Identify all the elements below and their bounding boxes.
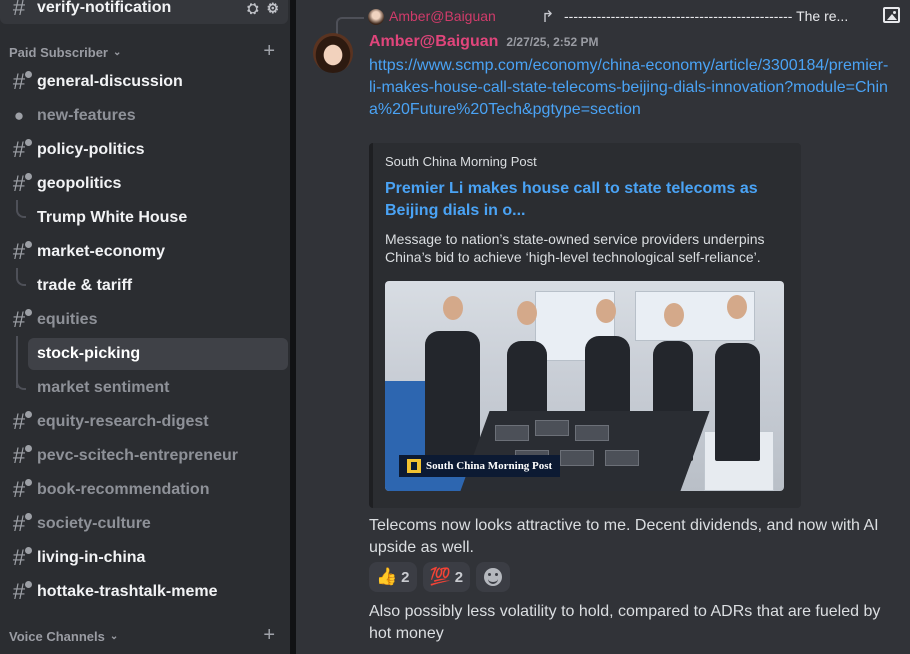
hash-icon: # <box>9 69 32 95</box>
embed-title[interactable]: Premier Li makes house call to state tel… <box>385 178 785 222</box>
hash-icon: # <box>9 579 32 605</box>
avatar[interactable] <box>313 33 353 73</box>
message-text: Also possibly less volatility to hold, c… <box>369 603 881 642</box>
message-text: Telecoms now looks attractive to me. Dec… <box>369 517 879 556</box>
channel-market-economy[interactable]: # market-economy <box>0 236 288 268</box>
hash-icon: # <box>12 0 26 20</box>
smiley-icon <box>484 568 503 586</box>
reaction-thumbs-up[interactable]: 👍 2 <box>369 562 417 592</box>
thread-trade-tariff[interactable]: trade & tariff <box>0 270 288 302</box>
channel-book-recommendation[interactable]: # book-recommendation <box>0 474 288 506</box>
thread-trump-white-house[interactable]: Trump White House <box>0 202 288 234</box>
channel-sidebar: # verify-notification ⛭ ⚙ Paid Subscribe… <box>0 0 290 654</box>
hundred-icon: 💯 <box>429 567 451 586</box>
reaction-count: 2 <box>454 568 464 586</box>
hash-icon: # <box>9 477 32 503</box>
channel-society-culture[interactable]: # society-culture <box>0 508 288 540</box>
channel-hottake-trashtalk-meme[interactable]: # hottake-trashtalk-meme <box>0 576 288 608</box>
channel-verify-notification[interactable]: # verify-notification ⛭ ⚙ <box>0 0 288 24</box>
channel-general-discussion[interactable]: # general-discussion <box>0 66 288 98</box>
channel-policy-politics[interactable]: # policy-politics <box>0 134 288 166</box>
reaction-hundred[interactable]: 💯 2 <box>422 562 471 592</box>
reply-reference[interactable]: Amber@Baiguan ↱ ------------------------… <box>336 7 910 37</box>
embed-image[interactable]: South China Morning Post <box>385 281 784 491</box>
invite-icon[interactable]: ⛭ <box>247 0 258 17</box>
hash-icon: # <box>9 409 32 435</box>
gear-icon[interactable]: ⚙ <box>266 0 279 17</box>
reaction-count: 2 <box>401 568 410 586</box>
image-icon <box>883 7 900 23</box>
channel-pevc-scitech-entrepreneur[interactable]: # pevc-scitech-entrepreneur <box>0 440 288 472</box>
thread-stock-picking[interactable]: stock-picking <box>28 338 288 370</box>
person-figure <box>425 331 480 461</box>
person-figure <box>715 343 760 461</box>
reply-arrow-icon: ↱ <box>541 9 555 26</box>
hash-icon: # <box>9 545 32 571</box>
reaction-bar: 👍 2 💯 2 <box>369 562 511 592</box>
hash-icon: # <box>9 443 32 469</box>
category-paid-subscriber[interactable]: Paid Subscriber ⌄ + <box>9 40 279 62</box>
hash-icon: # <box>9 307 32 333</box>
hash-icon: # <box>9 137 32 163</box>
channel-equities[interactable]: # equities <box>0 304 288 336</box>
message-header: Amber@Baiguan 2/27/25, 2:52 PM <box>369 33 598 51</box>
hash-icon: # <box>9 239 32 265</box>
add-channel-icon[interactable]: + <box>263 624 275 647</box>
scmp-logo: South China Morning Post <box>399 455 561 477</box>
thumbs-up-icon: 👍 <box>376 567 398 586</box>
channel-label: verify-notification <box>37 0 172 16</box>
link-embed: South China Morning Post Premier Li make… <box>369 143 801 508</box>
chat-pane: Amber@Baiguan ↱ ------------------------… <box>296 0 910 654</box>
forum-icon: ● <box>13 106 25 125</box>
chevron-down-icon: ⌄ <box>112 47 122 58</box>
add-channel-icon[interactable]: + <box>263 40 275 63</box>
message-author[interactable]: Amber@Baiguan <box>369 33 498 51</box>
hash-icon: # <box>9 171 32 197</box>
embed-description: Message to nation’s state-owned service … <box>385 231 765 265</box>
reply-author[interactable]: Amber@Baiguan <box>389 8 496 24</box>
category-voice-channels[interactable]: Voice Channels ⌄ + <box>9 624 279 646</box>
message-link[interactable]: https://www.scmp.com/economy/china-econo… <box>369 55 889 121</box>
message-timestamp: 2/27/25, 2:52 PM <box>506 35 599 49</box>
channel-new-features[interactable]: ● new-features <box>0 100 288 132</box>
embed-provider: South China Morning Post <box>385 154 537 169</box>
reply-avatar[interactable] <box>368 9 384 25</box>
hash-icon: # <box>9 511 32 537</box>
reply-preview[interactable]: ----------------------------------------… <box>564 8 884 24</box>
channel-geopolitics[interactable]: # geopolitics <box>0 168 288 200</box>
chevron-down-icon: ⌄ <box>109 631 119 642</box>
thread-market-sentiment[interactable]: market sentiment <box>0 372 288 404</box>
channel-equity-research-digest[interactable]: # equity-research-digest <box>0 406 288 438</box>
channel-living-in-china[interactable]: # living-in-china <box>0 542 288 574</box>
add-reaction-button[interactable] <box>476 562 511 592</box>
